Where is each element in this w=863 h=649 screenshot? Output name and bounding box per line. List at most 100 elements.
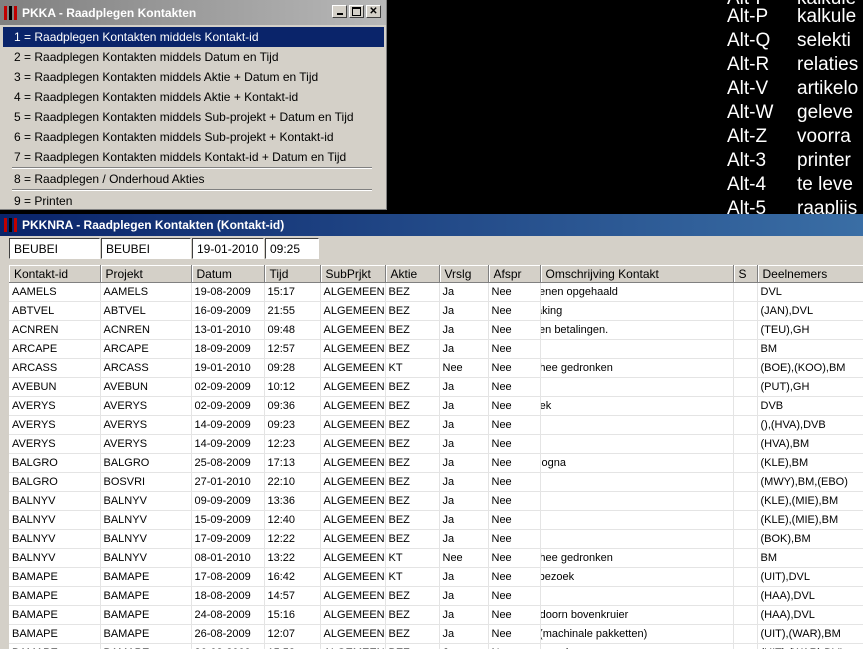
table-cell: Nee	[488, 282, 541, 302]
column-header[interactable]: Aktie	[385, 265, 440, 283]
table-row[interactable]: AVERYS AVERYS 02-09-2009 09:36 ALGEMEEN BEZ Ja…	[9, 396, 863, 416]
table-row[interactable]: BAMAPE BAMAPE 26-08-2009 12:07 ALGEMEEN BEZ Ja…	[9, 624, 863, 644]
maximize-button[interactable]	[349, 5, 364, 18]
table-row[interactable]: ABTVEL ABTVEL 16-09-2009 21:55 ALGEMEEN BEZ Ja…	[9, 301, 863, 321]
table-cell: BALNYV	[100, 529, 192, 549]
table-cell: (KLE),(MIE),BM	[757, 510, 863, 530]
menu-item-9[interactable]: 9 = Printen	[0, 191, 371, 211]
table-cell	[733, 605, 758, 625]
alt-row-q[interactable]: Alt-Q selekti	[727, 29, 851, 53]
table-cell	[733, 396, 758, 416]
alt-label: relaties	[797, 54, 859, 75]
menu-item-4[interactable]: 4 = Raadplegen Kontakten middels Aktie +…	[0, 87, 371, 107]
table-cell	[733, 510, 758, 530]
table-cell: 02-09-2009	[191, 377, 265, 397]
table-cell: ALGEMEEN	[320, 301, 386, 321]
table-cell: Ja	[439, 510, 489, 530]
menu-item-6[interactable]: 6 = Raadplegen Kontakten middels Sub-pro…	[0, 127, 371, 147]
table-row[interactable]: BALGRO BALGRO 25-08-2009 17:13 ALGEMEEN BEZ Ja…	[9, 453, 863, 473]
table-cell: naking	[540, 434, 734, 454]
minimize-button[interactable]	[332, 5, 347, 18]
alt-key: Alt-Z	[727, 126, 768, 147]
alt-label: printer	[797, 150, 851, 171]
table-cell	[733, 339, 758, 359]
table-row[interactable]: ARCASS ARCASS 19-01-2010 09:28 ALGEMEEN KT Nee…	[9, 358, 863, 378]
tijd-filter-field[interactable]	[265, 238, 319, 259]
menu-window-titlebar[interactable]: PKKA - Raadplegen Kontakten ✕	[0, 0, 386, 25]
table-cell	[733, 453, 758, 473]
alt-row-z[interactable]: Alt-Z voorra	[727, 125, 851, 149]
table-cell: BEZ	[385, 301, 440, 321]
table-cell: 09:48	[264, 320, 321, 340]
table-row[interactable]: ACNREN ACNREN 13-01-2010 09:48 ALGEMEEN BEZ Ja…	[9, 320, 863, 340]
column-header[interactable]: Kontakt-id	[9, 265, 101, 283]
column-header[interactable]: SubPrjkt	[320, 265, 386, 283]
menu-item-5[interactable]: 5 = Raadplegen Kontakten middels Sub-pro…	[0, 107, 371, 127]
alt-row-3[interactable]: Alt-3 printer	[727, 149, 851, 173]
table-cell: 26-08-2009	[191, 643, 265, 649]
table-row[interactable]: BALGRO BOSVRI 27-01-2010 22:10 ALGEMEEN BEZ Ja…	[9, 472, 863, 492]
table-cell	[733, 548, 758, 568]
menu-item-2[interactable]: 2 = Raadplegen Kontakten middels Datum e…	[0, 47, 371, 67]
column-header[interactable]: S	[733, 265, 758, 283]
alt-row-w[interactable]: Alt-W geleve	[727, 101, 853, 125]
column-header[interactable]: Omschrijving Kontakt	[540, 265, 734, 283]
table-cell: Ja	[439, 339, 489, 359]
menu-item-7[interactable]: 7 = Raadplegen Kontakten middels Kontakt…	[0, 147, 371, 167]
table-cell: ALGEMEEN	[320, 320, 386, 340]
table-cell: ACNREN	[9, 320, 101, 340]
table-cell: Nee	[488, 643, 541, 649]
table-header-row: Kontakt-id Projekt Datum Tijd SubPrjkt Aktie V…	[9, 265, 863, 283]
menu-item-3[interactable]: 3 = Raadplegen Kontakten middels Aktie +…	[0, 67, 371, 87]
filter-bar	[0, 236, 863, 262]
table-cell: abrieksbezoek	[540, 643, 734, 649]
datum-filter-field[interactable]	[192, 238, 264, 259]
kontakt-id-filter-field[interactable]	[9, 238, 100, 259]
contacts-window-titlebar[interactable]: PKKNRA - Raadplegen Kontakten (Kontakt-i…	[0, 214, 863, 236]
alt-row-5[interactable]: Alt-5 raaplijs	[727, 197, 857, 214]
column-header[interactable]: Tijd	[264, 265, 321, 283]
alt-row-r[interactable]: Alt-R relaties	[727, 53, 858, 77]
table-cell: AVERYS	[100, 434, 192, 454]
table-cell: (JAN),DVL	[757, 301, 863, 321]
alt-row-4[interactable]: Alt-4 te leve	[727, 173, 853, 197]
table-cell: AVERYS	[9, 415, 101, 435]
table-row[interactable]: BALNYV BALNYV 08-01-2010 13:22 ALGEMEEN KT Nee…	[9, 548, 863, 568]
table-row[interactable]: BAMAPE BAMAPE 17-08-2009 16:42 ALGEMEEN KT Ja N…	[9, 567, 863, 587]
alt-row-v[interactable]: Alt-V artikelo	[727, 77, 858, 101]
table-cell: ABTVEL	[100, 301, 192, 321]
menu-item-8[interactable]: 8 = Raadplegen / Onderhoud Akties	[0, 169, 371, 189]
table-row[interactable]: BAMAPEBAMAPE26-08-200915:58ALGEMEENBEZJa…	[9, 643, 863, 649]
table-cell: Ja	[439, 567, 489, 587]
table-cell: 15:16	[264, 605, 321, 625]
menu-item-1[interactable]: 1 = Raadplegen Kontakten middels Kontakt…	[3, 27, 384, 47]
projekt-filter-field[interactable]	[101, 238, 191, 259]
table-cell: KT	[385, 358, 440, 378]
column-header[interactable]: Datum	[191, 265, 265, 283]
table-row[interactable]: BAMAPE BAMAPE 24-08-2009 15:16 ALGEMEEN BEZ Ja…	[9, 605, 863, 625]
table-row[interactable]: BALNYV BALNYV 17-09-2009 12:22 ALGEMEEN BEZ Ja…	[9, 529, 863, 549]
table-cell: BALNYV	[9, 510, 101, 530]
table-row[interactable]: BALNYV BALNYV 15-09-2009 12:40 ALGEMEEN BEZ Ja…	[9, 510, 863, 530]
column-header[interactable]: Projekt	[100, 265, 192, 283]
contacts-grid[interactable]: Kontakt-id Projekt Datum Tijd SubPrjkt Aktie V…	[9, 265, 863, 649]
table-row[interactable]: ARCAPE ARCAPE 18-09-2009 12:57 ALGEMEEN BEZ Ja…	[9, 339, 863, 359]
table-cell: ARCAPE	[9, 339, 101, 359]
table-row[interactable]: AAMELS AAMELS 19-08-2009 15:17 ALGEMEEN BEZ Ja…	[9, 282, 863, 302]
alt-row-p2[interactable]: Alt-P kalkule	[727, 5, 856, 29]
close-icon: ✕	[369, 5, 378, 17]
close-button[interactable]: ✕	[366, 5, 381, 18]
table-row[interactable]: BALNYV BALNYV 09-09-2009 13:36 ALGEMEEN BEZ Ja…	[9, 491, 863, 511]
table-cell: 19-01-2010	[191, 358, 265, 378]
table-cell: T	[540, 586, 734, 606]
table-cell	[733, 529, 758, 549]
table-row[interactable]: AVEBUN AVEBUN 02-09-2009 10:12 ALGEMEEN BEZ Ja…	[9, 377, 863, 397]
table-cell: AVERYS	[9, 396, 101, 416]
column-header[interactable]: Afspr	[488, 265, 541, 283]
column-header[interactable]: Deelnemers	[757, 265, 863, 283]
column-header[interactable]: Vrslg	[439, 265, 489, 283]
table-row[interactable]: AVERYS AVERYS 14-09-2009 09:23 ALGEMEEN BEZ Ja…	[9, 415, 863, 435]
table-row[interactable]: BAMAPE BAMAPE 18-08-2009 14:57 ALGEMEEN BEZ Ja…	[9, 586, 863, 606]
table-row[interactable]: AVERYS AVERYS 14-09-2009 12:23 ALGEMEEN BEZ Ja…	[9, 434, 863, 454]
table-cell: 08-01-2010	[191, 548, 265, 568]
